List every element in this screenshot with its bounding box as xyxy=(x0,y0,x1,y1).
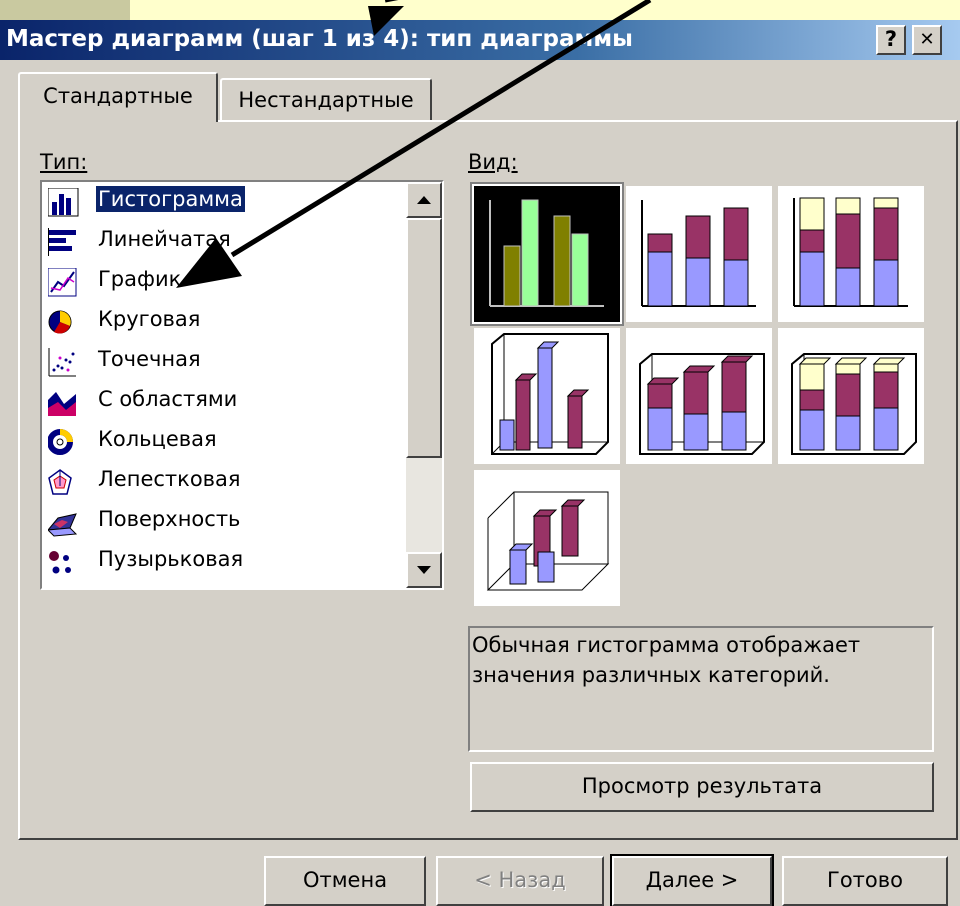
chart-type-list[interactable]: Гистограмма Линейчатая График Круговая Т… xyxy=(40,180,444,590)
list-item[interactable]: Точечная xyxy=(46,342,406,378)
list-item[interactable]: Линейчатая xyxy=(46,222,406,258)
list-item[interactable]: С областями xyxy=(46,382,406,418)
next-button[interactable]: Далее > xyxy=(610,854,774,906)
list-item[interactable]: Гистограмма xyxy=(46,182,406,218)
scroll-down-button[interactable] xyxy=(406,552,442,588)
pie-chart-icon xyxy=(48,310,72,334)
list-scrollbar[interactable] xyxy=(406,182,442,588)
close-button[interactable]: ✕ xyxy=(912,25,942,55)
view-label: Вид: xyxy=(468,150,518,174)
arrow-up-icon xyxy=(417,196,431,204)
subtype-3d-stacked-column[interactable] xyxy=(624,326,774,466)
area-chart-icon xyxy=(48,392,76,416)
window-title: Мастер диаграмм (шаг 1 из 4): тип диагра… xyxy=(6,26,633,52)
scroll-up-button[interactable] xyxy=(406,182,442,218)
subtype-description: Обычная гистограмма отображает значения … xyxy=(468,626,934,752)
doughnut-chart-icon xyxy=(48,429,73,455)
list-item[interactable]: Поверхность xyxy=(46,502,406,538)
radar-chart-icon xyxy=(48,469,72,495)
back-button: < Назад xyxy=(436,856,604,906)
cancel-button[interactable]: Отмена xyxy=(264,856,426,906)
line-chart-icon xyxy=(48,268,77,297)
subtype-3d-100-stacked-column[interactable] xyxy=(776,326,926,466)
column-chart-icon xyxy=(48,188,79,217)
list-item[interactable]: Кольцевая xyxy=(46,422,406,458)
arrow-down-icon xyxy=(417,566,431,574)
list-item[interactable]: График xyxy=(46,262,406,298)
title-bar: Мастер диаграмм (шаг 1 из 4): тип диагра… xyxy=(0,20,960,60)
scroll-thumb[interactable] xyxy=(406,218,442,458)
scatter-chart-icon xyxy=(48,348,76,377)
subtype-clustered-column[interactable] xyxy=(470,182,624,326)
background-strip xyxy=(0,0,960,20)
bubble-chart-icon xyxy=(49,551,71,574)
finish-button[interactable]: Готово xyxy=(782,856,948,906)
list-item[interactable]: Лепестковая xyxy=(46,462,406,498)
help-button[interactable]: ? xyxy=(876,25,906,55)
subtype-3d-column[interactable] xyxy=(472,468,622,608)
list-item[interactable]: Пузырьковая xyxy=(46,542,406,578)
surface-chart-icon xyxy=(48,513,78,537)
preview-result-button[interactable]: Просмотр результата xyxy=(470,762,934,812)
list-item[interactable]: Круговая xyxy=(46,302,406,338)
subtype-3d-clustered-column[interactable] xyxy=(472,326,622,466)
subtype-100-stacked-column[interactable] xyxy=(776,184,926,324)
type-label: Тип: xyxy=(40,150,88,174)
bar-chart-icon xyxy=(48,228,76,256)
subtype-stacked-column[interactable] xyxy=(624,184,774,324)
tab-nonstandard[interactable]: Нестандартные xyxy=(220,78,432,120)
tab-standard[interactable]: Стандартные xyxy=(18,72,218,122)
